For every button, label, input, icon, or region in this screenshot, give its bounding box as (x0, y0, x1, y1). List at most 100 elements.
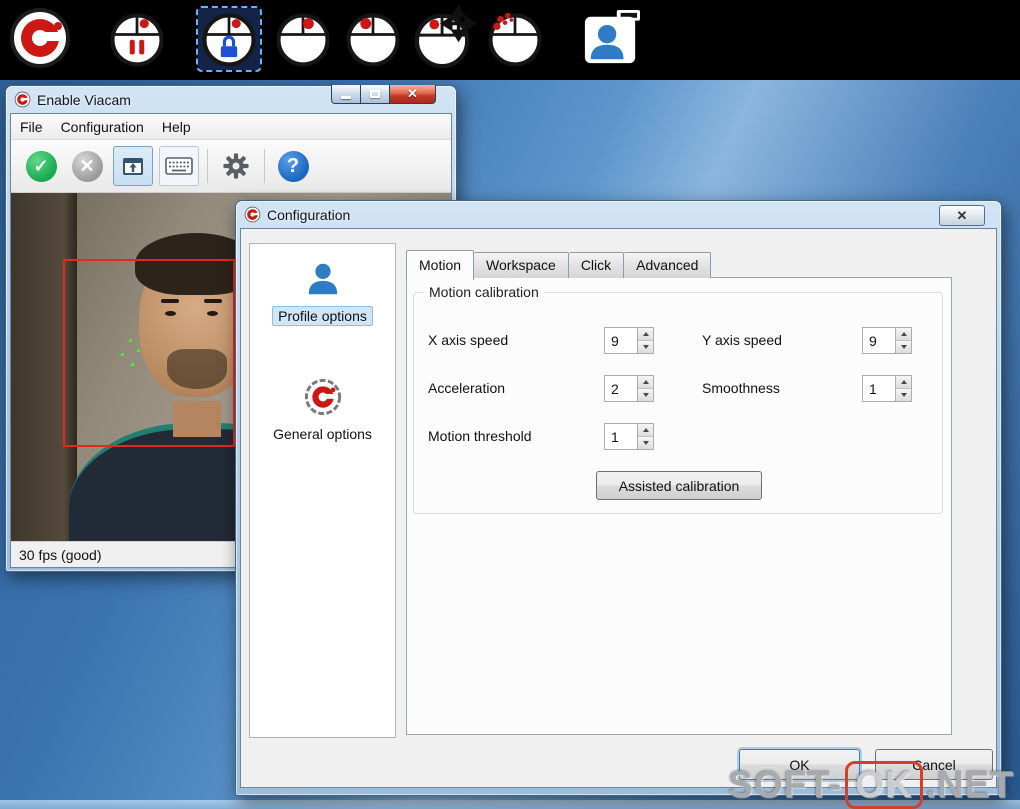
smoothness-label: Smoothness (702, 380, 780, 396)
menu-configuration[interactable]: Configuration (52, 114, 153, 139)
profile-card-icon[interactable] (580, 10, 642, 68)
minimize-icon (341, 96, 351, 99)
x-axis-speed-input[interactable] (604, 327, 637, 354)
enable-viacam-titlebar-icon (14, 91, 31, 108)
main-toolbar: ✓ ✕ (11, 140, 451, 193)
dialog-title: Configuration (267, 207, 350, 223)
spin-buttons (637, 375, 654, 402)
x-icon: ✕ (72, 151, 103, 182)
menu-help[interactable]: Help (153, 114, 200, 139)
dialog-titlebar[interactable]: Configuration ✕ (240, 201, 997, 228)
acceleration-input[interactable] (604, 375, 637, 402)
mouse-lock-icon[interactable] (198, 8, 260, 70)
face-tracking-rectangle (63, 259, 235, 447)
main-window-titlebar[interactable]: Enable Viacam ✕ (10, 86, 452, 113)
sidebar-item-general-options[interactable]: General options (267, 378, 378, 444)
tab-advanced[interactable]: Advanced (624, 252, 711, 278)
motion-threshold-spinner (604, 423, 654, 450)
launcher-bar (0, 0, 1020, 80)
mouse-move-icon[interactable] (412, 8, 476, 70)
spin-down-button[interactable] (896, 341, 911, 353)
options-sidebar: Profile options General options (249, 243, 396, 738)
spin-buttons (637, 327, 654, 354)
mouse-right-click-icon[interactable] (344, 10, 402, 68)
menu-bar: File Configuration Help (11, 114, 451, 140)
dialog-body: Profile options General options (240, 228, 997, 788)
spin-buttons (895, 375, 912, 402)
configuration-dialog: Configuration ✕ Profile options (235, 200, 1002, 796)
fps-status: 30 fps (good) (19, 547, 102, 563)
spin-down-button[interactable] (896, 389, 911, 401)
main-window-title: Enable Viacam (37, 92, 131, 108)
field-row: Acceleration Smoothness (414, 375, 942, 403)
disable-tracking-button[interactable]: ✕ (67, 146, 107, 186)
maximize-button[interactable] (361, 85, 390, 104)
tracking-point (137, 349, 140, 352)
spin-up-button[interactable] (638, 424, 653, 437)
settings-button[interactable] (216, 146, 256, 186)
sidebar-item-profile-options[interactable]: Profile options (272, 260, 373, 326)
arrow-down-icon (643, 441, 649, 445)
onscreen-keyboard-button[interactable] (159, 146, 199, 186)
motion-tab-panel: Motion calibration X axis speed Y axis s… (406, 277, 952, 735)
motion-threshold-input[interactable] (604, 423, 637, 450)
arrow-down-icon (901, 393, 907, 397)
check-icon: ✓ (26, 151, 57, 182)
help-icon: ? (278, 151, 309, 182)
tab-workspace[interactable]: Workspace (474, 252, 569, 278)
tab-motion[interactable]: Motion (406, 250, 474, 280)
minimize-button[interactable] (331, 85, 361, 104)
dialog-titlebar-icon (244, 206, 261, 223)
enable-viacam-logo-icon (304, 378, 342, 416)
motion-threshold-label: Motion threshold (428, 428, 532, 444)
spin-down-button[interactable] (638, 341, 653, 353)
arrow-up-icon (901, 380, 907, 384)
tracking-point (129, 339, 132, 342)
show-main-window-button[interactable] (113, 146, 153, 186)
spin-up-button[interactable] (638, 328, 653, 341)
spin-up-button[interactable] (896, 328, 911, 341)
tracking-point (131, 363, 134, 366)
menu-file[interactable]: File (11, 114, 52, 139)
mouse-gesture-icon[interactable] (486, 10, 544, 68)
x-axis-speed-label: X axis speed (428, 332, 508, 348)
maximize-icon (370, 90, 380, 98)
arrow-down-icon (901, 345, 907, 349)
settings-tabs: Motion Workspace Click Advanced (406, 250, 711, 278)
spin-buttons (895, 327, 912, 354)
spin-up-button[interactable] (638, 376, 653, 389)
smoothness-spinner (862, 375, 912, 402)
enable-tracking-button[interactable]: ✓ (21, 146, 61, 186)
tab-click[interactable]: Click (569, 252, 624, 278)
gear-icon (222, 152, 250, 180)
desktop-background: Enable Viacam ✕ File Configuration Help … (0, 0, 1020, 809)
spin-up-button[interactable] (896, 376, 911, 389)
y-axis-speed-input[interactable] (862, 327, 895, 354)
enable-viacam-logo-icon[interactable] (8, 6, 72, 70)
keyboard-icon (165, 157, 193, 175)
mouse-left-click-icon[interactable] (274, 10, 332, 68)
spin-down-button[interactable] (638, 437, 653, 449)
spin-down-button[interactable] (638, 389, 653, 401)
dialog-close-button[interactable]: ✕ (939, 205, 985, 226)
x-axis-speed-spinner (604, 327, 654, 354)
y-axis-speed-label: Y axis speed (702, 332, 782, 348)
toolbar-separator (264, 149, 265, 183)
motion-calibration-group: Motion calibration X axis speed Y axis s… (413, 292, 943, 514)
soft-ok-watermark: SOFT- OK .NET (728, 761, 1014, 809)
mouse-pause-icon[interactable] (108, 10, 166, 68)
person-icon (304, 260, 342, 298)
assisted-calibration-button[interactable]: Assisted calibration (596, 471, 762, 500)
help-button[interactable]: ? (273, 146, 313, 186)
sidebar-item-label: Profile options (272, 306, 373, 326)
y-axis-speed-spinner (862, 327, 912, 354)
close-button[interactable]: ✕ (390, 85, 436, 104)
arrow-down-icon (643, 345, 649, 349)
window-restore-icon (121, 154, 145, 178)
window-controls: ✕ (331, 85, 436, 104)
smoothness-input[interactable] (862, 375, 895, 402)
spin-buttons (637, 423, 654, 450)
close-icon: ✕ (407, 86, 418, 102)
field-row: X axis speed Y axis speed (414, 327, 942, 355)
group-title: Motion calibration (424, 284, 544, 300)
